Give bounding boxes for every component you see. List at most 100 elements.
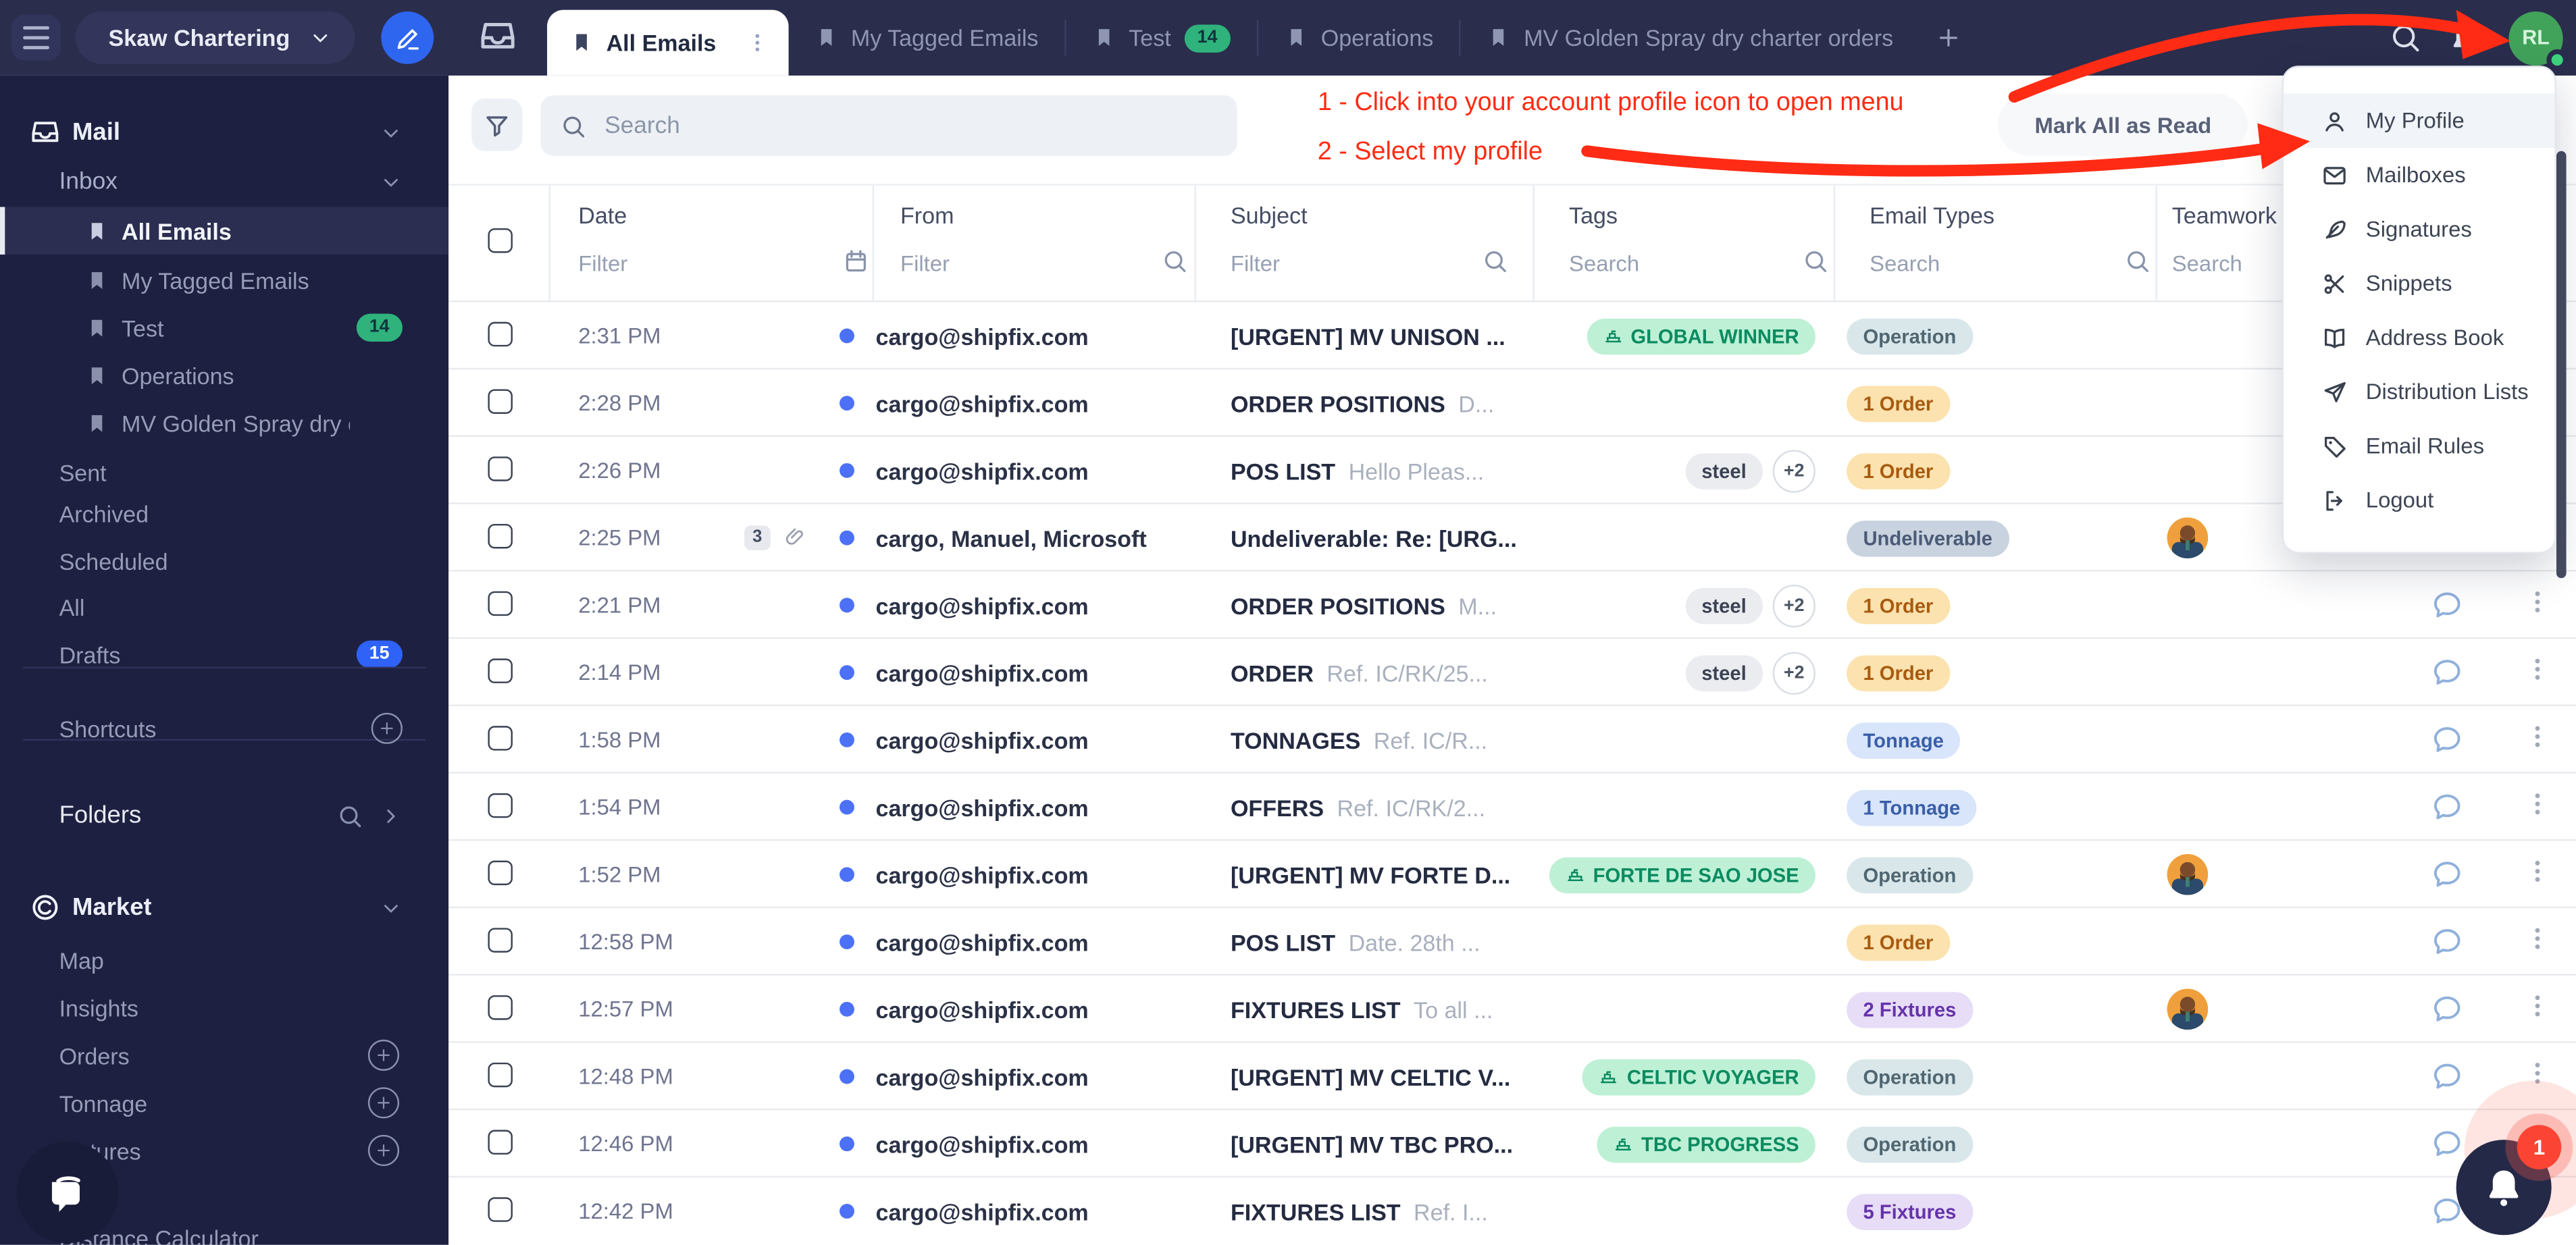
column-filter-input[interactable]: Search [2172, 251, 2242, 275]
column-filter-input[interactable]: Filter [900, 251, 950, 275]
calendar-icon[interactable] [843, 248, 869, 274]
email-type-pill[interactable]: Operation [1847, 857, 1973, 893]
chat-support-widget[interactable] [16, 1142, 118, 1244]
sidebar-item-orders[interactable]: Orders [0, 1032, 448, 1080]
comment-icon[interactable] [2431, 1061, 2463, 1092]
teamwork-avatar[interactable] [2167, 988, 2208, 1030]
row-checkbox[interactable] [488, 928, 512, 952]
email-row[interactable]: 1:52 PMcargo@shipfix.com[URGENT] MV FORT… [448, 839, 2576, 907]
menu-item-my-profile[interactable]: My Profile [2284, 94, 2554, 148]
column-filter-input[interactable]: Filter [1231, 251, 1280, 275]
row-checkbox[interactable] [488, 322, 512, 346]
tag-pill[interactable]: steel [1685, 654, 1763, 691]
email-type-pill[interactable]: Tonnage [1847, 722, 1960, 758]
tab-all-emails[interactable]: All Emails [547, 10, 788, 76]
email-row[interactable]: 12:57 PMcargo@shipfix.comFIXTURES LISTTo… [448, 974, 2576, 1041]
search-icon[interactable] [1162, 248, 1188, 274]
tab-mv-golden-spray-dry-charter-orders[interactable]: MV Golden Spray dry charter orders [1462, 0, 1920, 76]
row-checkbox[interactable] [488, 390, 512, 414]
sidebar-item-map[interactable]: Map [0, 936, 448, 984]
sidebar-section-mail[interactable]: Mail [0, 109, 448, 157]
email-type-pill[interactable]: 1 Tonnage [1847, 789, 1976, 826]
email-row[interactable]: 1:54 PMcargo@shipfix.comOFFERSRef. IC/RK… [448, 772, 2576, 839]
row-checkbox[interactable] [488, 793, 512, 818]
row-checkbox[interactable] [488, 591, 512, 616]
column-filter-input[interactable]: Search [1870, 251, 1940, 275]
add-tonnage-button[interactable] [368, 1087, 399, 1118]
row-checkbox[interactable] [488, 1130, 512, 1155]
email-type-pill[interactable]: 5 Fixtures [1847, 1193, 1973, 1229]
row-checkbox[interactable] [488, 658, 512, 683]
tab-operations[interactable]: Operations [1258, 0, 1460, 76]
comment-icon[interactable] [2431, 926, 2463, 957]
new-tab-button[interactable] [1920, 24, 1979, 51]
menu-item-signatures[interactable]: Signatures [2284, 202, 2554, 256]
menu-item-address-book[interactable]: Address Book [2284, 311, 2554, 365]
comment-icon[interactable] [2431, 994, 2463, 1025]
search-icon[interactable] [2389, 22, 2422, 55]
comment-icon[interactable] [2431, 1128, 2463, 1159]
row-menu-icon[interactable] [2523, 588, 2551, 616]
email-row[interactable]: 2:25 PM3cargo, Manuel, MicrosoftUndelive… [448, 502, 2576, 570]
tag-pill[interactable]: steel [1685, 452, 1763, 489]
email-row[interactable]: 2:26 PMcargo@shipfix.comPOS LISTHello Pl… [448, 435, 2576, 503]
sidebar-item-scheduled[interactable]: Scheduled [0, 537, 448, 585]
profile-avatar[interactable]: RL [2508, 11, 2562, 65]
sidebar-item-all[interactable]: All [0, 583, 448, 631]
comment-icon[interactable] [2431, 589, 2463, 620]
sidebar-item-archived[interactable]: Archived [0, 489, 448, 537]
more-tags-badge[interactable]: +2 [1773, 584, 1815, 627]
add-fixtures-button[interactable] [368, 1135, 399, 1166]
email-row[interactable]: 2:28 PMcargo@shipfix.comORDER POSITIONSD… [448, 368, 2576, 435]
row-checkbox[interactable] [488, 456, 512, 481]
email-type-pill[interactable]: 1 Order [1847, 587, 1949, 624]
tag-pill[interactable]: TBC PROGRESS [1597, 1125, 1815, 1162]
row-menu-icon[interactable] [2523, 857, 2551, 885]
hamburger-menu-icon[interactable] [11, 15, 61, 61]
email-type-pill[interactable]: 1 Order [1847, 654, 1949, 691]
row-checkbox[interactable] [488, 1063, 512, 1087]
teamwork-avatar[interactable] [2167, 854, 2208, 895]
email-type-pill[interactable]: Operation [1847, 1125, 1973, 1162]
search-icon[interactable] [1802, 248, 1828, 274]
comment-icon[interactable] [2431, 657, 2463, 688]
tag-pill[interactable]: steel [1685, 587, 1763, 624]
org-switcher[interactable]: Skaw Chartering [76, 11, 356, 64]
tab-options-icon[interactable] [746, 31, 769, 54]
email-type-pill[interactable]: Operation [1847, 1059, 1973, 1095]
email-row[interactable]: 2:21 PMcargo@shipfix.comORDER POSITIONSM… [448, 570, 2576, 637]
sidebar-item-drafts[interactable]: Drafts15 [0, 631, 448, 679]
sidebar-item-insights[interactable]: Insights [0, 984, 448, 1032]
tag-pill[interactable]: CELTIC VOYAGER [1582, 1059, 1815, 1095]
tag-pill[interactable]: FORTE DE SAO JOSE [1549, 857, 1815, 893]
sidebar-folders[interactable]: Folders [0, 791, 448, 839]
search-input[interactable] [601, 111, 1217, 140]
more-tags-badge[interactable]: +2 [1773, 651, 1815, 693]
select-all-checkbox[interactable] [488, 228, 512, 253]
menu-item-mailboxes[interactable]: Mailboxes [2284, 148, 2554, 202]
email-row[interactable]: 1:58 PMcargo@shipfix.comTONNAGESRef. IC/… [448, 705, 2576, 772]
column-filter-input[interactable]: Filter [578, 251, 627, 275]
filter-funnel-button[interactable] [471, 99, 522, 151]
tab-test[interactable]: Test14 [1066, 0, 1257, 76]
chevron-right-icon[interactable] [380, 804, 403, 827]
email-type-pill[interactable]: Undeliverable [1847, 520, 2009, 556]
comment-icon[interactable] [2431, 791, 2463, 822]
sidebar-section-market[interactable]: Market [0, 884, 448, 932]
row-menu-icon[interactable] [2523, 656, 2551, 683]
menu-item-distribution-lists[interactable]: Distribution Lists [2284, 365, 2554, 419]
email-type-pill[interactable]: 1 Order [1847, 924, 1949, 960]
sidebar-item-mv-golden-spray-dry-c-[interactable]: MV Golden Spray dry c... [0, 399, 448, 447]
sidebar-shortcuts[interactable]: Shortcuts [0, 705, 448, 753]
comment-icon[interactable] [2431, 859, 2463, 890]
search-icon[interactable] [337, 802, 363, 828]
list-scrollbar[interactable] [2556, 151, 2567, 578]
sidebar-item-tonnage[interactable]: Tonnage [0, 1079, 448, 1127]
bell-icon[interactable] [2448, 20, 2482, 55]
email-row[interactable]: 12:46 PMcargo@shipfix.com[URGENT] MV TBC… [448, 1109, 2576, 1176]
row-checkbox[interactable] [488, 861, 512, 885]
column-filter-input[interactable]: Search [1569, 251, 1639, 275]
row-menu-icon[interactable] [2523, 722, 2551, 750]
sidebar-inbox[interactable]: Inbox [0, 158, 448, 206]
tag-pill[interactable]: GLOBAL WINNER [1587, 318, 1815, 354]
